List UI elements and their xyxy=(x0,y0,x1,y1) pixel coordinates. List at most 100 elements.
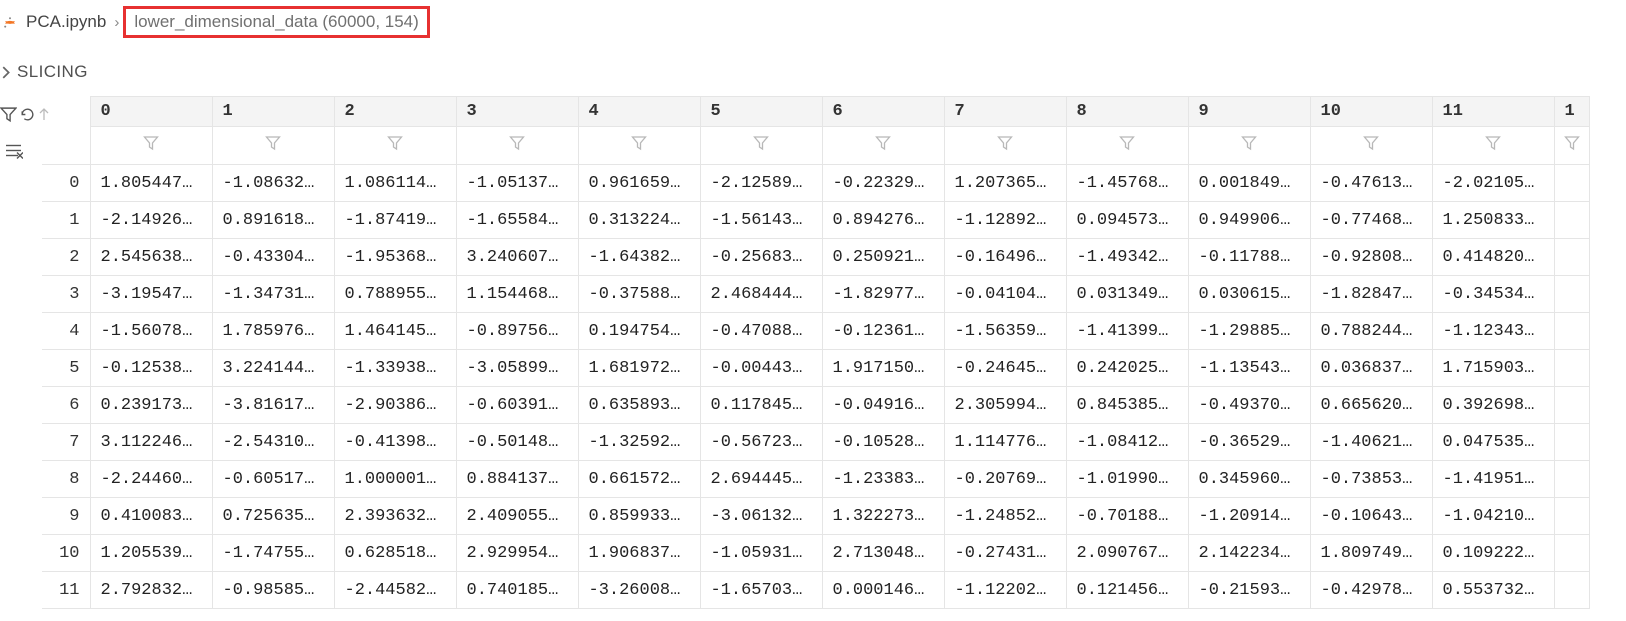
funnel-icon[interactable] xyxy=(1564,135,1580,151)
cell[interactable]: -3.06132… xyxy=(700,498,822,535)
cell[interactable]: -1.64382… xyxy=(578,239,700,276)
cell[interactable]: 0.859933… xyxy=(578,498,700,535)
cell[interactable]: -0.50148… xyxy=(456,424,578,461)
cell[interactable]: -2.24460… xyxy=(90,461,212,498)
cell[interactable]: -1.12343… xyxy=(1432,313,1554,350)
cell[interactable]: 2.393632… xyxy=(334,498,456,535)
cell[interactable]: -0.34534… xyxy=(1432,276,1554,313)
cell[interactable]: 0.094573… xyxy=(1066,202,1188,239)
cell[interactable]: 0.000146… xyxy=(822,572,944,609)
cell[interactable]: 0.949906… xyxy=(1188,202,1310,239)
cell[interactable]: -2.12589… xyxy=(700,165,822,202)
cell[interactable]: -1.56078… xyxy=(90,313,212,350)
cell[interactable]: 2.545638… xyxy=(90,239,212,276)
filter-icon[interactable] xyxy=(0,100,17,128)
cell[interactable]: -1.23383… xyxy=(822,461,944,498)
column-header[interactable]: 9 xyxy=(1188,97,1310,127)
cell[interactable]: 0.845385… xyxy=(1066,387,1188,424)
cell[interactable]: 0.194754… xyxy=(578,313,700,350)
column-filter[interactable] xyxy=(334,127,456,165)
cell[interactable]: -0.77468… xyxy=(1310,202,1432,239)
cell[interactable]: 0.313224… xyxy=(578,202,700,239)
cell[interactable]: 0.894276… xyxy=(822,202,944,239)
breadcrumb-variable[interactable]: lower_dimensional_data (60000, 154) xyxy=(123,6,429,38)
funnel-icon[interactable] xyxy=(509,135,525,151)
cell[interactable]: -0.24645… xyxy=(944,350,1066,387)
column-filter[interactable] xyxy=(1432,127,1554,165)
cell[interactable]: 0.030615… xyxy=(1188,276,1310,313)
cell[interactable]: 0.635893… xyxy=(578,387,700,424)
column-header[interactable]: 2 xyxy=(334,97,456,127)
cell[interactable]: 1.681972… xyxy=(578,350,700,387)
column-filter[interactable] xyxy=(578,127,700,165)
cell[interactable]: -0.22329… xyxy=(822,165,944,202)
funnel-icon[interactable] xyxy=(1363,135,1379,151)
cell[interactable]: 1.000001… xyxy=(334,461,456,498)
funnel-icon[interactable] xyxy=(631,135,647,151)
column-filter[interactable] xyxy=(1310,127,1432,165)
cell[interactable]: 0.410083… xyxy=(90,498,212,535)
cell[interactable]: 2.929954… xyxy=(456,535,578,572)
cell[interactable]: 2.142234… xyxy=(1188,535,1310,572)
cell[interactable] xyxy=(1554,276,1589,313)
cell[interactable]: -0.43304… xyxy=(212,239,334,276)
cell[interactable]: -0.27431… xyxy=(944,535,1066,572)
cell[interactable]: 0.242025… xyxy=(1066,350,1188,387)
column-header[interactable]: 5 xyxy=(700,97,822,127)
cell[interactable]: 0.740185… xyxy=(456,572,578,609)
cell[interactable]: -1.40621… xyxy=(1310,424,1432,461)
cell[interactable]: -0.10528… xyxy=(822,424,944,461)
cell[interactable]: 2.792832… xyxy=(90,572,212,609)
cell[interactable]: -1.87419… xyxy=(334,202,456,239)
cell[interactable]: -1.56143… xyxy=(700,202,822,239)
cell[interactable]: 3.112246… xyxy=(90,424,212,461)
cell[interactable]: 0.047535… xyxy=(1432,424,1554,461)
cell[interactable]: -1.29885… xyxy=(1188,313,1310,350)
column-filter[interactable] xyxy=(212,127,334,165)
cell[interactable]: -0.11788… xyxy=(1188,239,1310,276)
cell[interactable]: 0.392698… xyxy=(1432,387,1554,424)
cell[interactable]: 1.464145… xyxy=(334,313,456,350)
cell[interactable]: 1.809749… xyxy=(1310,535,1432,572)
column-filter[interactable] xyxy=(456,127,578,165)
cell[interactable]: -0.12361… xyxy=(822,313,944,350)
cell[interactable]: -0.70188… xyxy=(1066,498,1188,535)
cell[interactable]: -0.60517… xyxy=(212,461,334,498)
cell[interactable]: -0.37588… xyxy=(578,276,700,313)
cell[interactable]: 0.665620… xyxy=(1310,387,1432,424)
cell[interactable]: -3.81617… xyxy=(212,387,334,424)
cell[interactable]: -0.89756… xyxy=(456,313,578,350)
cell[interactable]: 2.713048… xyxy=(822,535,944,572)
list-settings-icon[interactable] xyxy=(0,136,28,164)
cell[interactable]: -1.08412… xyxy=(1066,424,1188,461)
cell[interactable]: 1.715903… xyxy=(1432,350,1554,387)
refresh-icon[interactable] xyxy=(19,100,36,128)
arrow-up-icon[interactable] xyxy=(38,100,50,128)
cell[interactable]: 0.345960… xyxy=(1188,461,1310,498)
cell[interactable]: -2.90386… xyxy=(334,387,456,424)
cell[interactable]: -2.02105… xyxy=(1432,165,1554,202)
funnel-icon[interactable] xyxy=(875,135,891,151)
column-header[interactable]: 3 xyxy=(456,97,578,127)
cell[interactable]: -1.01990… xyxy=(1066,461,1188,498)
cell[interactable]: 0.117845… xyxy=(700,387,822,424)
cell[interactable]: 0.628518… xyxy=(334,535,456,572)
cell[interactable]: -1.12892… xyxy=(944,202,1066,239)
cell[interactable]: 2.305994… xyxy=(944,387,1066,424)
cell[interactable]: -0.20769… xyxy=(944,461,1066,498)
cell[interactable] xyxy=(1554,239,1589,276)
column-header[interactable]: 11 xyxy=(1432,97,1554,127)
cell[interactable] xyxy=(1554,313,1589,350)
cell[interactable]: 0.788244… xyxy=(1310,313,1432,350)
funnel-icon[interactable] xyxy=(753,135,769,151)
cell[interactable]: -1.74755… xyxy=(212,535,334,572)
cell[interactable]: -0.04916… xyxy=(822,387,944,424)
cell[interactable]: -1.20914… xyxy=(1188,498,1310,535)
section-slicing[interactable]: SLICING xyxy=(0,44,1626,96)
column-header[interactable]: 1 xyxy=(212,97,334,127)
cell[interactable]: 3.240607… xyxy=(456,239,578,276)
cell[interactable]: -0.25683… xyxy=(700,239,822,276)
cell[interactable]: 1.322273… xyxy=(822,498,944,535)
cell[interactable]: 0.725635… xyxy=(212,498,334,535)
cell[interactable]: -0.00443… xyxy=(700,350,822,387)
